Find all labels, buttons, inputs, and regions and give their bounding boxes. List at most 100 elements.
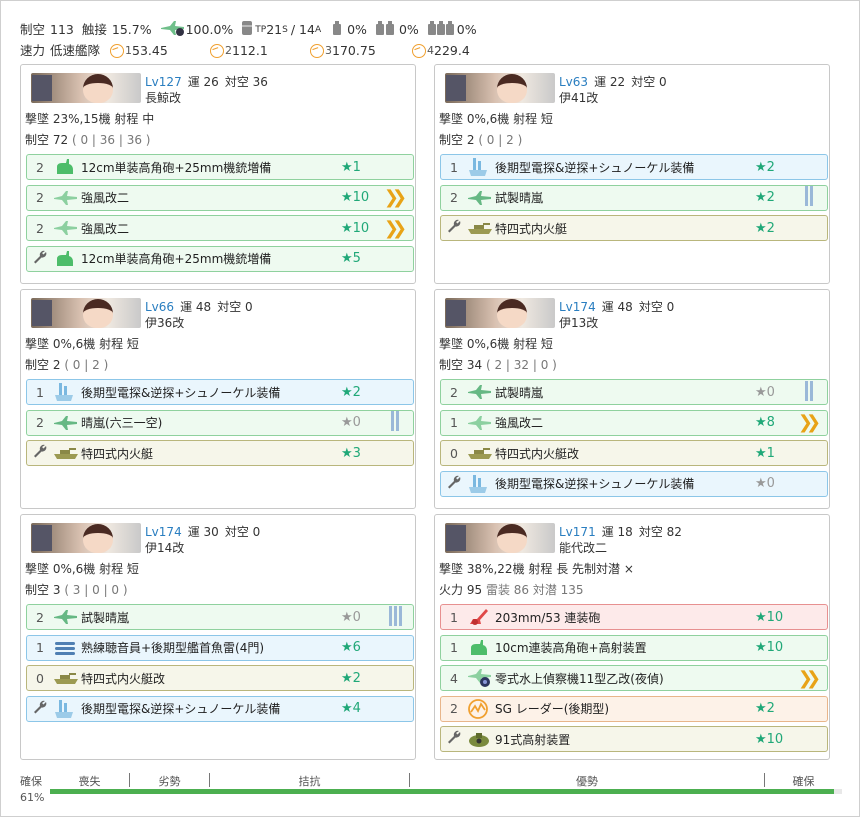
equipment-slot[interactable]: 2 強風改二 ★10 ❯❯ xyxy=(26,215,414,241)
equipment-slot[interactable]: 12cm単装高角砲+25mm機銃増備 ★5 xyxy=(26,245,414,272)
ship-luck: 18 xyxy=(617,525,633,539)
ship-level: Lv xyxy=(559,75,573,89)
equipment-slot[interactable]: 2 SG レーダー(後期型) ★2 xyxy=(440,695,828,722)
equipment-slot[interactable]: 1 後期型電探&逆探+シュノーケル装備 ★2 xyxy=(26,379,414,405)
equipment-slot[interactable]: 4 零式水上偵察機11型乙改(夜偵) ❯❯ xyxy=(440,665,828,691)
drum3-value: 0% xyxy=(456,22,477,37)
star-icon: ★ xyxy=(755,701,767,716)
ship-level: Lv xyxy=(145,525,159,539)
ship-name: 伊13改 xyxy=(559,316,599,330)
slot-count: 0 xyxy=(450,445,458,461)
ship-card[interactable]: Lv63 運 22 対空 0 伊41改 撃墜 0%,6機 射程 短制空 2 ( 0 | … xyxy=(434,64,830,284)
seaplane-fighter-icon xyxy=(53,188,81,208)
equipment-slot[interactable]: 0 特四式内火艇改 ★2 xyxy=(26,665,414,691)
equipment-slot[interactable]: 0 特四式内火艇改 ★1 xyxy=(440,440,828,466)
ship-card[interactable]: Lv174 運 30 対空 0 伊14改 撃墜 0%,6機 射程 短制空 3 ( 3 |… xyxy=(20,514,416,760)
slot-count: 2 xyxy=(450,701,458,716)
wrench-icon xyxy=(441,474,467,494)
slot-count: 1 xyxy=(450,609,458,625)
ship-air-info: 制空 72 ( 0 | 36 | 36 ) xyxy=(25,133,151,147)
speed-value: 低速艦隊 xyxy=(50,43,101,58)
star-icon: ★ xyxy=(755,609,767,625)
equipment-name: 後期型電探&逆探+シュノーケル装備 xyxy=(495,160,695,175)
landing-craft-icon xyxy=(467,218,495,238)
ship-name: 長鯨改 xyxy=(145,91,182,105)
equipment-name: 12cm単装高角砲+25mm機銃増備 xyxy=(81,160,272,175)
star-icon: ★ xyxy=(755,731,767,747)
equipment-name: 203mm/53 連装砲 xyxy=(495,610,601,625)
star-icon: ★ xyxy=(341,609,353,625)
equipment-slot[interactable]: 1 10cm連装高角砲+高射装置 ★10 xyxy=(440,634,828,661)
equipment-slot[interactable]: 2 試製晴嵐 ★0 xyxy=(440,379,828,405)
wrench-icon xyxy=(27,699,53,719)
equipment-slot[interactable]: 後期型電探&逆探+シュノーケル装備 ★0 xyxy=(440,470,828,497)
star-icon: ★ xyxy=(755,476,767,491)
radar-snorkel-icon xyxy=(53,699,81,719)
air-power-1: 1 53.45 xyxy=(110,42,210,60)
equipment-slot[interactable]: 後期型電探&逆探+シュノーケル装備 ★4 xyxy=(26,695,414,722)
star-icon: ★ xyxy=(755,159,767,175)
contact-percent: 100.0% xyxy=(185,22,234,37)
star-icon: ★ xyxy=(341,190,353,205)
gauge-percent: 61% xyxy=(20,791,45,804)
equipment-name: 試製晴嵐 xyxy=(495,385,544,400)
improvement-star: ★10 xyxy=(755,609,784,625)
star-icon: ★ xyxy=(755,190,767,205)
equipment-slot[interactable]: 2 強風改二 ★10 ❯❯ xyxy=(26,184,414,211)
equipment-slot[interactable]: 特四式内火艇 ★2 xyxy=(440,215,828,241)
aa-director-icon xyxy=(467,729,495,749)
slot-count: 1 xyxy=(36,640,44,655)
slot-count: 2 xyxy=(450,384,458,400)
equipment-name: 10cm連装高角砲+高射装置 xyxy=(495,641,647,655)
equipment-slot[interactable]: 91式高射装置 ★10 xyxy=(440,726,828,752)
ship-aa: 36 xyxy=(252,75,268,89)
air-power-icon xyxy=(412,44,427,58)
improvement-star: ★0 xyxy=(755,476,775,491)
equipment-name: 特四式内火艇改 xyxy=(81,671,166,686)
equipment-slot[interactable]: 1 後期型電探&逆探+シュノーケル装備 ★2 xyxy=(440,154,828,180)
ship-air-info: 制空 2 ( 0 | 2 ) xyxy=(439,133,523,147)
gauge-segment-label: 優勢 xyxy=(410,773,765,788)
star-icon: ★ xyxy=(755,415,767,430)
proficiency-bar-icon xyxy=(390,411,400,434)
improvement-star: ★2 xyxy=(341,670,361,686)
recon-seaplane-icon xyxy=(467,668,495,688)
improvement-star: ★10 xyxy=(341,220,370,236)
equipment-slot[interactable]: 特四式内火艇 ★3 xyxy=(26,440,414,466)
ship-card[interactable]: Lv66 運 48 対空 0 伊36改 撃墜 0%,6機 射程 短制空 2 ( 0 | … xyxy=(20,289,416,509)
air-power-4: 4 229.4 xyxy=(412,42,470,60)
equipment-slot[interactable]: 1 熟練聴音員+後期型艦首魚雷(4門) ★6 xyxy=(26,634,414,661)
seaplane-bomber-icon xyxy=(467,188,495,208)
improvement-star: ★0 xyxy=(755,384,775,400)
air-power-2: 2 112.1 xyxy=(210,42,310,60)
improvement-star: ★2 xyxy=(755,701,775,716)
ship-card[interactable]: Lv171 運 18 対空 82 能代改二 撃墜 38%,22機 射程 長 先制対潜 ×… xyxy=(434,514,830,760)
proficiency-bar-icon xyxy=(388,605,403,629)
ship-card[interactable]: Lv174 運 48 対空 0 伊13改 撃墜 0%,6機 射程 短制空 34 ( 2 … xyxy=(434,289,830,509)
equipment-name: 12cm単装高角砲+25mm機銃増備 xyxy=(81,252,272,266)
ship-air-info: 制空 34 ( 2 | 32 | 0 ) xyxy=(439,358,557,372)
equipment-slot[interactable]: 2 晴嵐(六三一空) ★0 xyxy=(26,409,414,436)
slot-count: 1 xyxy=(450,159,458,175)
slot-count: 0 xyxy=(36,670,44,686)
gauge-fill xyxy=(50,789,835,794)
ship-luck: 22 xyxy=(609,75,626,89)
equipment-slot[interactable]: 2 12cm単装高角砲+25mm機銃増備 ★1 xyxy=(26,154,414,180)
ship-stats: Lv63 運 22 対空 0 xyxy=(559,75,667,89)
star-icon: ★ xyxy=(341,445,353,461)
air-power-icon xyxy=(110,44,125,58)
ship-aa: 0 xyxy=(659,75,667,89)
equipment-slot[interactable]: 1 強風改二 ★8 ❯❯ xyxy=(440,409,828,436)
gauge-track xyxy=(50,789,842,794)
equipment-slot[interactable]: 2 試製晴嵐 ★0 xyxy=(26,604,414,630)
improvement-star: ★2 xyxy=(755,190,775,205)
ship-stats: Lv171 運 18 対空 82 xyxy=(559,525,682,539)
speed-label: 速力 xyxy=(20,43,46,58)
equipment-slot[interactable]: 2 試製晴嵐 ★2 xyxy=(440,184,828,211)
proficiency-chevron-icon: ❯❯ xyxy=(383,187,407,208)
equipment-name: 後期型電探&逆探+シュノーケル装備 xyxy=(495,477,695,491)
gauge-segment-label: 喪失 xyxy=(50,773,130,788)
ship-card[interactable]: Lv127 運 26 対空 36 長鯨改 撃墜 23%,15機 射程 中制空 72 ( … xyxy=(20,64,416,284)
equipment-slot[interactable]: 1 203mm/53 連装砲 ★10 xyxy=(440,604,828,630)
air-power-icon xyxy=(310,44,325,58)
